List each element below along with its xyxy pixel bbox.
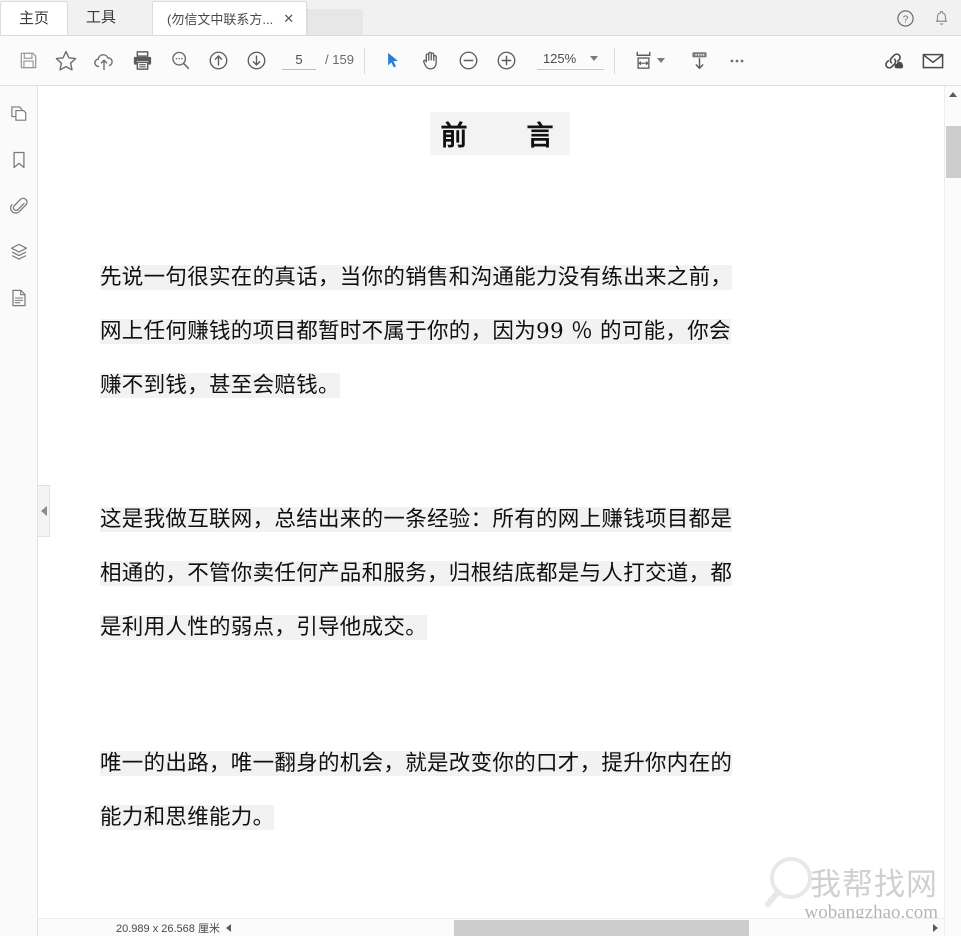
menu-bar-right-actions: ? — [893, 0, 953, 36]
more-tools-button[interactable] — [719, 43, 755, 79]
vertical-scrollbar[interactable] — [944, 86, 961, 936]
page-number-input[interactable] — [282, 51, 316, 70]
paragraph-3: 唯一的出路，唯一翻身的机会，就是改变你的口才，提升你内在的 能力和思维能力。 — [100, 737, 900, 845]
scroll-up-arrow-icon[interactable] — [945, 86, 961, 103]
page-total-count: 159 — [332, 51, 354, 67]
toolbar-right-group — [875, 43, 951, 79]
zoom-level-selector[interactable]: 125% — [536, 51, 605, 70]
document-tab-label: (勿信文中联系方... — [167, 12, 274, 27]
scroll-left-arrow-icon[interactable] — [220, 923, 238, 932]
favorite-button[interactable] — [48, 43, 84, 79]
sidebar-collapse-handle[interactable] — [38, 485, 50, 537]
tab-strip: (勿信文中联系方... ✕ — [152, 0, 364, 35]
toolbar-divider-1 — [363, 47, 365, 74]
upload-cloud-button[interactable] — [86, 43, 122, 79]
magnifier-watermark-icon — [764, 852, 826, 914]
toolbar: / 159 125% — [0, 36, 961, 86]
zoom-level-value: 125% — [542, 51, 577, 66]
sidebar-item-bookmarks[interactable] — [5, 146, 33, 174]
scroll-right-arrow-icon[interactable] — [926, 923, 944, 932]
workspace: 前 言 先说一句很实在的真话，当你的销售和沟通能力没有练出来之前， 网上任何赚钱… — [0, 86, 961, 936]
page-separator: / — [325, 51, 329, 67]
sidebar-item-attachments[interactable] — [5, 192, 33, 220]
paragraph-1: 先说一句很实在的真话，当你的销售和沟通能力没有练出来之前， 网上任何赚钱的项目都… — [100, 251, 900, 413]
help-icon[interactable]: ? — [893, 6, 917, 30]
vertical-scrollbar-thumb[interactable] — [946, 126, 961, 178]
paragraph-line: 网上任何赚钱的项目都暂时不属于你的，因为99 ％ 的可能，你会 — [100, 319, 731, 344]
chevron-down-icon[interactable] — [590, 56, 599, 61]
tab-strip-filler — [307, 9, 364, 35]
paragraph-2: 这是我做互联网，总结出来的一条经验：所有的网上赚钱项目都是 相通的，不管你卖任何… — [100, 493, 900, 655]
bell-icon[interactable] — [929, 6, 953, 30]
sidebar-rail — [0, 86, 38, 936]
paragraph-line: 赚不到钱，甚至会赔钱。 — [100, 373, 340, 398]
chevron-left-icon — [40, 506, 47, 516]
sidebar-item-thumbnails[interactable] — [5, 100, 33, 128]
fit-width-button[interactable] — [625, 43, 661, 79]
horizontal-scrollbar-track[interactable] — [238, 919, 926, 936]
select-tool-button[interactable] — [375, 43, 411, 79]
paragraph-line: 相通的，不管你卖任何产品和服务，归根结底都是与人打交道，都 — [100, 561, 733, 586]
document-tab[interactable]: (勿信文中联系方... ✕ — [152, 1, 308, 35]
share-link-button[interactable] — [875, 43, 911, 79]
menu-tools[interactable]: 工具 — [68, 1, 134, 35]
save-button[interactable] — [10, 43, 46, 79]
zoom-in-button[interactable] — [489, 43, 525, 79]
search-button[interactable] — [162, 43, 198, 79]
horizontal-scrollbar-thumb[interactable] — [453, 919, 749, 936]
page-title: 前 言 — [430, 112, 570, 155]
paragraph-line: 是利用人性的弱点，引导他成交。 — [100, 615, 428, 640]
page-navigator: / 159 — [282, 51, 354, 70]
sidebar-item-layers[interactable] — [5, 238, 33, 266]
previous-page-button[interactable] — [200, 43, 236, 79]
document-viewport[interactable]: 前 言 先说一句很实在的真话，当你的销售和沟通能力没有练出来之前， 网上任何赚钱… — [38, 86, 944, 936]
zoom-out-button[interactable] — [451, 43, 487, 79]
paragraph-line: 能力和思维能力。 — [100, 805, 275, 830]
hand-tool-button[interactable] — [413, 43, 449, 79]
paragraph-line: 唯一的出路，唯一翻身的机会，就是改变你的口才，提升你内在的 — [100, 751, 733, 776]
menu-bar: 主页 工具 (勿信文中联系方... ✕ ? — [0, 0, 961, 36]
email-button[interactable] — [915, 43, 951, 79]
pdf-page: 前 言 先说一句很实在的真话，当你的销售和沟通能力没有练出来之前， 网上任何赚钱… — [60, 86, 940, 936]
page-size-status: 20.989 x 26.568 厘米 — [38, 919, 220, 936]
fit-width-dropdown-icon[interactable] — [657, 58, 666, 63]
svg-text:?: ? — [902, 14, 908, 25]
scroll-mode-button[interactable] — [681, 43, 717, 79]
close-icon[interactable]: ✕ — [281, 11, 296, 27]
next-page-button[interactable] — [238, 43, 274, 79]
print-button[interactable] — [124, 43, 160, 79]
page-total-label: / 159 — [325, 52, 354, 67]
menu-home[interactable]: 主页 — [0, 1, 69, 35]
horizontal-scrollbar[interactable]: 20.989 x 26.568 厘米 — [38, 918, 944, 936]
toolbar-divider-2 — [614, 47, 616, 74]
paragraph-line: 这是我做互联网，总结出来的一条经验：所有的网上赚钱项目都是 — [100, 507, 733, 532]
paragraph-line: 先说一句很实在的真话，当你的销售和沟通能力没有练出来之前， — [100, 265, 733, 290]
sidebar-item-content[interactable] — [5, 284, 33, 312]
